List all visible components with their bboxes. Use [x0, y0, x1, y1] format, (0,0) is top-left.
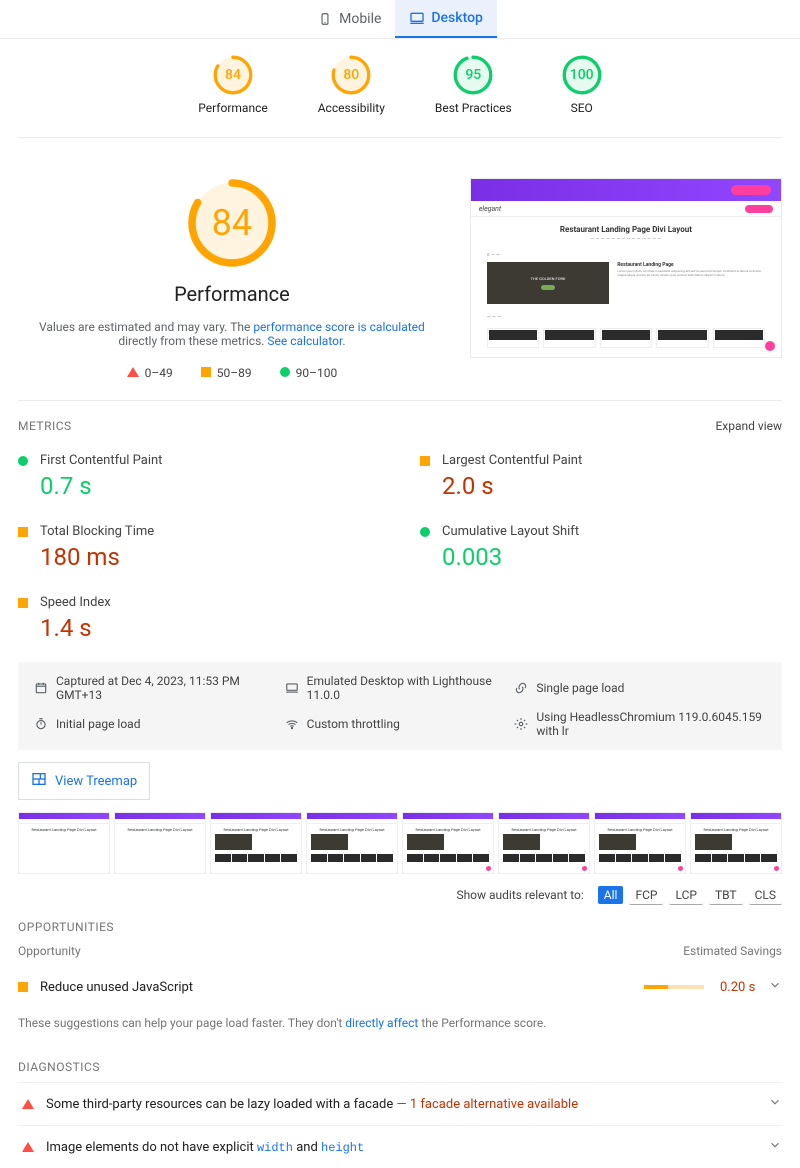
diagnostics-title: DIAGNOSTICS — [18, 1060, 100, 1074]
gauge-seo[interactable]: 100SEO — [562, 55, 602, 115]
hero-row: 84 Performance Values are estimated and … — [18, 138, 782, 401]
legend-avg: 50–89 — [201, 366, 252, 380]
filter-fcp[interactable]: FCP — [629, 886, 663, 905]
status-icon — [18, 527, 28, 537]
diagnostic-row[interactable]: Image elements do not have explicit widt… — [18, 1125, 782, 1168]
env-single: Single page load — [514, 674, 766, 702]
chevron-down-icon[interactable] — [768, 978, 782, 996]
hero-desc: Values are estimated and may vary. The p… — [18, 320, 446, 348]
gauge-performance[interactable]: 84Performance — [198, 55, 267, 115]
filmstrip: Restaurant Landing Page Divi LayoutResta… — [18, 812, 782, 874]
triangle-icon — [22, 1142, 34, 1152]
filmstrip-thumb[interactable]: Restaurant Landing Page Divi Layout — [210, 812, 302, 874]
preview-tiny: ≡ — — — [487, 252, 765, 258]
expand-view-link[interactable]: Expand view — [715, 419, 782, 433]
directly-affect-link[interactable]: directly affect — [345, 1016, 418, 1030]
filter-all[interactable]: All — [598, 886, 624, 904]
performance-gauge-big: 84 — [187, 178, 277, 268]
opportunities-note: These suggestions can help your page loa… — [18, 1016, 782, 1030]
filmstrip-thumb[interactable]: Restaurant Landing Page Divi Layout — [306, 812, 398, 874]
timer-icon — [34, 717, 48, 731]
tab-desktop-label: Desktop — [431, 10, 482, 26]
square-icon — [18, 982, 28, 992]
see-calculator-link[interactable]: See calculator — [267, 334, 342, 348]
wifi-icon — [285, 717, 299, 731]
square-icon — [201, 367, 211, 377]
page-screenshot-thumb: Restaurant Landing Page Divi Layout — — … — [470, 178, 782, 358]
filmstrip-thumb[interactable]: Restaurant Landing Page Divi Layout — [402, 812, 494, 874]
opportunities-title: OPPORTUNITIES — [18, 920, 114, 934]
metric-largest-contentful-paint: Largest Contentful Paint2.0 s — [420, 441, 782, 512]
env-captured: Captured at Dec 4, 2023, 11:53 PM GMT+13 — [34, 674, 265, 702]
env-ua: Using HeadlessChromium 119.0.6045.159 wi… — [514, 710, 766, 738]
device-tabs: Mobile Desktop — [0, 0, 800, 39]
opportunity-row[interactable]: Reduce unused JavaScript0.20 s — [18, 968, 782, 1006]
link-icon — [514, 681, 528, 695]
env-initial: Initial page load — [34, 710, 265, 738]
gauge-accessibility[interactable]: 80Accessibility — [318, 55, 385, 115]
env-emulated: Emulated Desktop with Lighthouse 11.0.0 — [285, 674, 495, 702]
calendar-icon — [34, 681, 48, 695]
tab-mobile[interactable]: Mobile — [303, 0, 395, 38]
metrics-title: METRICS — [18, 419, 72, 433]
legend-pass: 90–100 — [280, 366, 338, 380]
desktop-icon — [285, 681, 299, 695]
tab-desktop[interactable]: Desktop — [395, 0, 496, 38]
filmstrip-thumb[interactable]: Restaurant Landing Page Divi Layout — [498, 812, 590, 874]
status-icon — [420, 456, 430, 466]
circle-icon — [280, 367, 290, 377]
hero-gauge-label: Performance — [174, 282, 290, 306]
filter-lcp[interactable]: LCP — [669, 886, 702, 905]
metric-cumulative-layout-shift: Cumulative Layout Shift0.003 — [420, 512, 782, 583]
env-throttle: Custom throttling — [285, 710, 495, 738]
filter-label: Show audits relevant to: — [456, 888, 583, 902]
gear-icon — [514, 717, 528, 731]
hero-desc-mid: directly from these metrics. — [118, 334, 267, 348]
metrics-grid: First Contentful Paint0.7 s Largest Conte… — [18, 441, 782, 654]
filmstrip-thumb[interactable]: Restaurant Landing Page Divi Layout — [18, 812, 110, 874]
filmstrip-thumb[interactable]: Restaurant Landing Page Divi Layout — [690, 812, 782, 874]
status-icon — [18, 598, 28, 608]
desktop-icon — [409, 10, 425, 26]
mobile-icon — [317, 11, 333, 27]
diagnostic-row[interactable]: Some third-party resources can be lazy l… — [18, 1082, 782, 1125]
filmstrip-thumb[interactable]: Restaurant Landing Page Divi Layout — [594, 812, 686, 874]
environment-box: Captured at Dec 4, 2023, 11:53 PM GMT+13… — [18, 662, 782, 750]
triangle-icon — [22, 1099, 34, 1109]
perf-score-calc-link[interactable]: performance score is calculated — [253, 320, 424, 334]
triangle-icon — [127, 367, 139, 377]
opp-col-name: Opportunity — [18, 944, 81, 958]
tab-mobile-label: Mobile — [339, 11, 381, 27]
filter-cls[interactable]: CLS — [749, 886, 782, 905]
gauges-row: 84Performance 80Accessibility 95Best Pract… — [18, 55, 782, 115]
legend-fail: 0–49 — [127, 366, 173, 380]
savings-bar — [644, 985, 704, 989]
filmstrip-thumb[interactable]: Restaurant Landing Page Divi Layout — [114, 812, 206, 874]
opp-col-savings: Estimated Savings — [683, 944, 782, 958]
status-icon — [18, 456, 28, 466]
hero-gauge-value: 84 — [187, 178, 277, 268]
audit-filter: Show audits relevant to: All FCP LCP TBT CLS — [18, 888, 782, 902]
view-treemap-button[interactable]: View Treemap — [18, 762, 150, 800]
chevron-down-icon[interactable] — [768, 1095, 782, 1113]
treemap-icon — [31, 771, 47, 791]
preview-heading: Restaurant Landing Page Divi Layout — [487, 225, 765, 234]
metric-total-blocking-time: Total Blocking Time180 ms — [18, 512, 380, 583]
metric-speed-index: Speed Index1.4 s — [18, 583, 380, 654]
filter-tbt[interactable]: TBT — [709, 886, 743, 905]
status-icon — [420, 527, 430, 537]
chevron-down-icon[interactable] — [768, 1138, 782, 1156]
metric-first-contentful-paint: First Contentful Paint0.7 s — [18, 441, 380, 512]
preview-sub: — — — — — — — — — — — — — — — [487, 236, 765, 242]
hero-desc-pre: Values are estimated and may vary. The — [39, 320, 253, 334]
hero-left: 84 Performance Values are estimated and … — [18, 178, 446, 380]
score-legend: 0–49 50–89 90–100 — [127, 366, 338, 380]
gauge-best-practices[interactable]: 95Best Practices — [435, 55, 512, 115]
